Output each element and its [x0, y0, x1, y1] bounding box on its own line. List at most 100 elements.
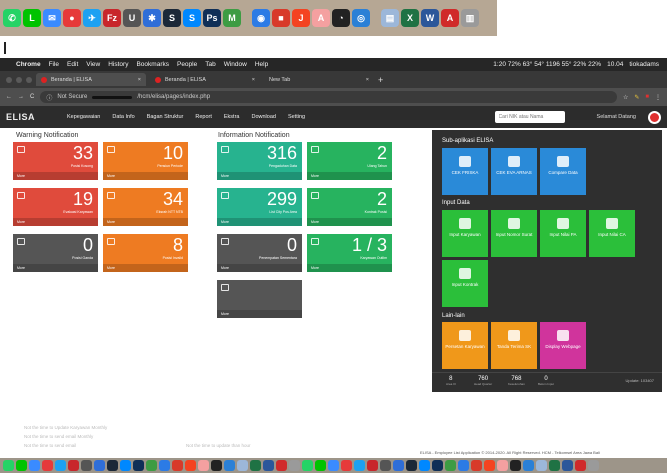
filezilla-icon[interactable]: Fz	[103, 9, 121, 27]
menu-app-name[interactable]: Chrome	[16, 61, 41, 68]
bluetooth-icon[interactable]	[393, 460, 404, 471]
word-icon[interactable]	[263, 460, 274, 471]
excel-icon[interactable]	[250, 460, 261, 471]
more-link[interactable]: More	[217, 264, 302, 272]
line-icon[interactable]	[16, 460, 27, 471]
warning-tile[interactable]: 8 Posisi Invalid More	[103, 234, 188, 272]
information-tile[interactable]: 1 / 3 Karyawan Outlim More	[307, 234, 392, 272]
more-link[interactable]: More	[13, 264, 98, 272]
lain-lain-tile[interactable]: Display Webpage	[540, 322, 586, 369]
whatsapp-icon[interactable]: ✆	[3, 9, 21, 27]
input-data-tile[interactable]: Input Nomor Surat	[491, 210, 537, 257]
excel-icon[interactable]: X	[401, 9, 419, 27]
camera-icon[interactable]: ●	[63, 9, 81, 27]
browser-tab[interactable]: New Tab ×	[264, 73, 374, 86]
utility-icon[interactable]	[380, 460, 391, 471]
tab-close-icon[interactable]: ×	[366, 77, 369, 83]
line-icon[interactable]	[315, 460, 326, 471]
twitter-icon[interactable]	[354, 460, 365, 471]
more-link[interactable]: More	[307, 172, 392, 180]
menu-kebab-icon[interactable]: ⋮	[655, 94, 661, 101]
forward-icon[interactable]: →	[18, 94, 24, 100]
utility-icon[interactable]: U	[123, 9, 141, 27]
menu-history[interactable]: History	[108, 61, 128, 68]
input-data-tile[interactable]: Input Kontrak	[442, 260, 488, 307]
sub-app-tile[interactable]: Compare Data	[540, 148, 586, 195]
messages-icon[interactable]	[328, 460, 339, 471]
shazam-icon[interactable]	[120, 460, 131, 471]
warning-tile[interactable]: 19 Evaluasi Karyawan More	[13, 188, 98, 226]
nav-bagan-struktur[interactable]: Bagan Struktur	[147, 114, 184, 120]
preview-icon[interactable]: ▤	[381, 9, 399, 27]
more-link[interactable]: More	[13, 218, 98, 226]
acrobat-icon[interactable]	[497, 460, 508, 471]
warning-tile[interactable]: 10 Pensiun Periode More	[103, 142, 188, 180]
word-icon[interactable]	[562, 460, 573, 471]
warning-tile[interactable]: 34 Eksrah NTT NTB More	[103, 188, 188, 226]
user-name[interactable]: tiokadams	[629, 61, 659, 68]
gauge-icon[interactable]	[510, 460, 521, 471]
steam-icon[interactable]	[107, 460, 118, 471]
shazam-icon[interactable]: S	[183, 9, 201, 27]
nav-setting[interactable]: Setting	[288, 114, 305, 120]
camera-icon[interactable]	[341, 460, 352, 471]
bluetooth-icon[interactable]	[94, 460, 105, 471]
window-close-button[interactable]	[6, 76, 12, 83]
information-tile[interactable]: More	[217, 280, 302, 318]
search-input[interactable]	[494, 111, 565, 123]
acrobat-icon[interactable]	[198, 460, 209, 471]
globe-icon[interactable]: ◉	[252, 9, 270, 27]
information-tile[interactable]: 2 Ulang Tahun More	[307, 142, 392, 180]
shazam-icon[interactable]	[419, 460, 430, 471]
more-link[interactable]: More	[217, 218, 302, 226]
back-icon[interactable]: ←	[6, 94, 12, 100]
elisa-logo[interactable]: ELISA	[6, 112, 35, 122]
browser-tab[interactable]: Beranda | ELISA ×	[36, 73, 146, 86]
maps-icon[interactable]: M	[223, 9, 241, 27]
nav-ekstra[interactable]: Ekstra	[224, 114, 240, 120]
word-icon[interactable]: W	[421, 9, 439, 27]
bookmark-star-icon[interactable]: ☆	[623, 94, 628, 101]
more-link[interactable]: More	[307, 264, 392, 272]
menu-window[interactable]: Window	[224, 61, 247, 68]
tab-close-icon[interactable]: ×	[252, 77, 255, 83]
maps-icon[interactable]	[146, 460, 157, 471]
more-link[interactable]: More	[217, 172, 302, 180]
utility-icon[interactable]	[81, 460, 92, 471]
more-link[interactable]: More	[307, 218, 392, 226]
photoshop-icon[interactable]	[432, 460, 443, 471]
information-tile[interactable]: 2 Kontrak Posisi More	[307, 188, 392, 226]
pdf-icon[interactable]: A	[441, 9, 459, 27]
menu-tab[interactable]: Tab	[205, 61, 215, 68]
trash-icon[interactable]: ▥	[461, 9, 479, 27]
acrobat-icon[interactable]: A	[312, 9, 330, 27]
photoshop-icon[interactable]: Ps	[203, 9, 221, 27]
input-data-tile[interactable]: Input Nilai PA	[540, 210, 586, 257]
globe-icon[interactable]	[159, 460, 170, 471]
pdf-icon[interactable]	[276, 460, 287, 471]
steam-icon[interactable]: S	[163, 9, 181, 27]
input-data-tile[interactable]: Input Nilai CA	[589, 210, 635, 257]
more-link[interactable]: More	[103, 172, 188, 180]
camera-icon[interactable]	[42, 460, 53, 471]
sub-app-tile[interactable]: CEK EVA ARNAS	[491, 148, 537, 195]
information-tile[interactable]: 0 Penempatan Sementara More	[217, 234, 302, 272]
window-minimize-button[interactable]	[16, 76, 22, 83]
line-icon[interactable]: L	[23, 9, 41, 27]
extension-icon[interactable]: ■	[645, 94, 649, 100]
steam-icon[interactable]	[406, 460, 417, 471]
more-link[interactable]: More	[103, 218, 188, 226]
compass-icon[interactable]	[523, 460, 534, 471]
gauge-icon[interactable]	[211, 460, 222, 471]
app-icon-red[interactable]	[172, 460, 183, 471]
messages-icon[interactable]	[29, 460, 40, 471]
information-tile[interactable]: 316 Pengaduhan Data More	[217, 142, 302, 180]
tab-close-icon[interactable]: ×	[138, 77, 141, 83]
input-data-tile[interactable]: Input Karyawan	[442, 210, 488, 257]
gauge-icon[interactable]: ◔	[332, 9, 350, 27]
menu-people[interactable]: People	[177, 61, 197, 68]
bluetooth-icon[interactable]: ✱	[143, 9, 161, 27]
lain-lain-tile[interactable]: Persetan Karyawan	[442, 322, 488, 369]
excel-icon[interactable]	[549, 460, 560, 471]
compass-icon[interactable]: ◎	[352, 9, 370, 27]
